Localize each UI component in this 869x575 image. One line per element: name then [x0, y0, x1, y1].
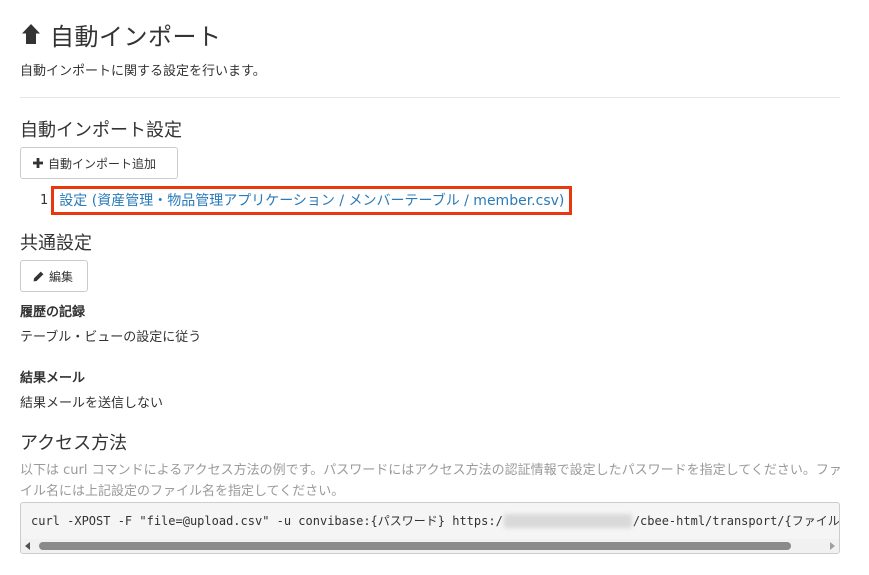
scroll-left-arrow-icon[interactable] [25, 542, 30, 550]
auto-import-heading: 自動インポート設定 [20, 120, 182, 141]
redacted-host [503, 513, 632, 528]
arrow-up-icon [22, 24, 40, 44]
result-mail-value: 結果メールを送信しない [20, 396, 164, 411]
common-settings-heading: 共通設定 [20, 233, 92, 254]
divider [20, 97, 840, 98]
curl-command-box[interactable]: curl -XPOST -F "file=@upload.csv" -u con… [20, 502, 840, 554]
scroll-right-arrow-icon[interactable] [830, 542, 835, 550]
access-method-heading: アクセス方法 [20, 433, 128, 454]
page-description: 自動インポートに関する設定を行います。 [20, 64, 266, 79]
add-auto-import-label: 自動インポート追加 [48, 156, 157, 171]
curl-command-prefix: curl -XPOST -F "file=@upload.csv" -u con… [31, 514, 503, 528]
scrollbar-thumb[interactable] [39, 542, 791, 550]
access-help-text: 以下は curl コマンドによるアクセス方法の例です。パスワードにはアクセス方法… [20, 463, 842, 499]
page-title: 自動インポート [20, 18, 222, 51]
auto-import-item: 1 設定 (資産管理・物品管理アプリケーション / メンバーテーブル / mem… [40, 186, 573, 215]
history-value: テーブル・ビューの設定に従う [20, 330, 202, 345]
horizontal-scrollbar[interactable] [21, 539, 839, 553]
history-label: 履歴の記録 [20, 305, 86, 320]
result-mail-label: 結果メール [20, 371, 86, 386]
add-auto-import-button[interactable]: 自動インポート追加 [20, 147, 178, 179]
curl-command: curl -XPOST -F "file=@upload.csv" -u con… [31, 512, 840, 529]
curl-command-suffix: /cbee-html/transport/{ファイル [632, 514, 840, 528]
edit-button-label: 編集 [49, 269, 74, 284]
edit-button[interactable]: 編集 [20, 260, 88, 292]
plus-icon [33, 158, 43, 168]
auto-import-item-number: 1 [40, 193, 49, 208]
page-title-text: 自動インポート [50, 22, 222, 51]
auto-import-item-link[interactable]: 設定 (資産管理・物品管理アプリケーション / メンバーテーブル / membe… [51, 186, 573, 215]
pencil-icon [33, 271, 44, 281]
